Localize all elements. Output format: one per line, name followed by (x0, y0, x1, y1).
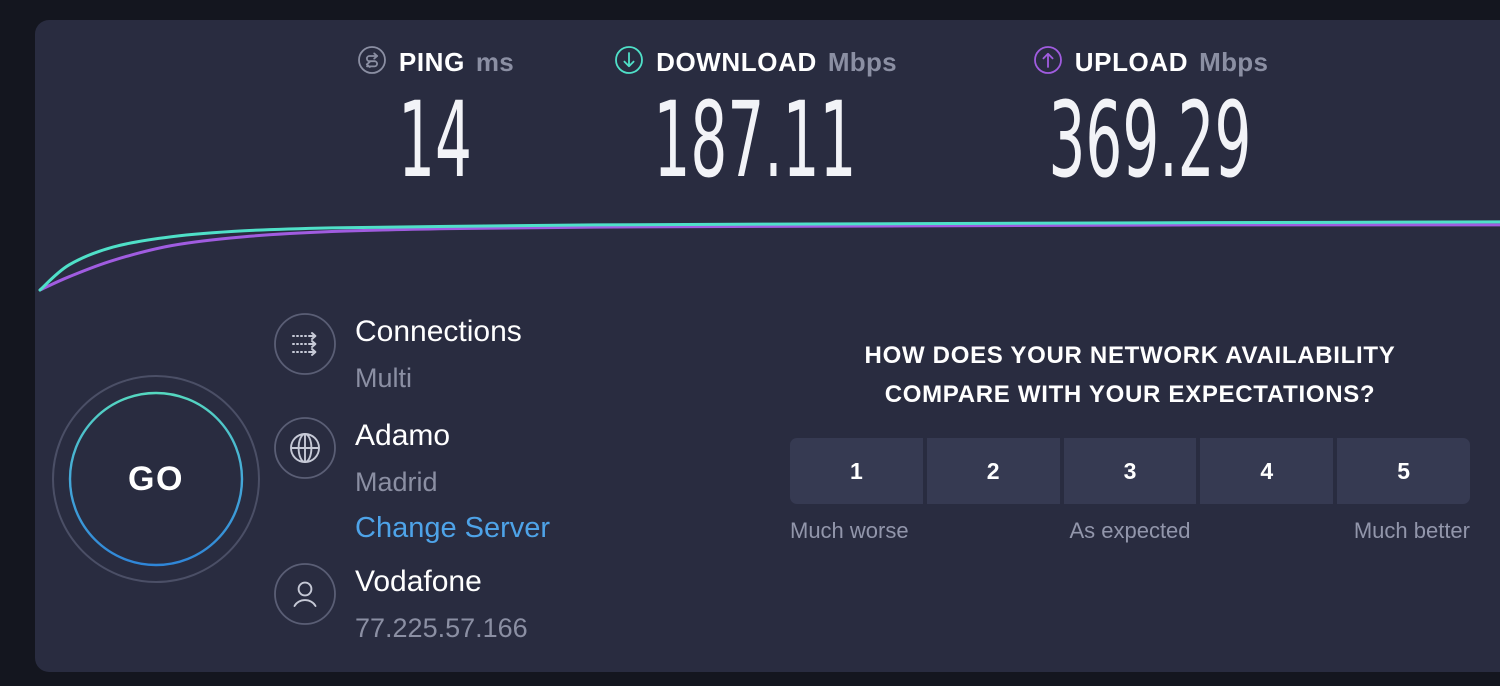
info-text-isp: Vodafone 77.225.57.166 (355, 558, 528, 648)
upload-arrow-icon (1032, 44, 1064, 81)
connection-info: Connections Multi Adamo Madrid Change Se… (273, 308, 743, 658)
result-details: GO Connections Multi Adamo Madrid Change… (35, 298, 1500, 672)
survey-rating-5[interactable]: 5 (1337, 438, 1470, 504)
server-location: Madrid (355, 467, 438, 497)
stat-download-value: 187.11 (653, 79, 857, 201)
stat-ping-header: PING ms (285, 42, 585, 82)
ping-icon (356, 44, 388, 81)
stat-upload-value: 369.29 (1048, 79, 1252, 201)
stat-ping-label: PING (398, 46, 465, 77)
stats-row: PING ms 14 DOWNLOAD Mbps 187.11 UPLOAD M… (35, 20, 1500, 210)
survey-rating-2[interactable]: 2 (926, 438, 1060, 504)
result-card: PING ms 14 DOWNLOAD Mbps 187.11 UPLOAD M… (35, 20, 1500, 672)
survey-question-line-1: HOW DOES YOUR NETWORK AVAILABILITY (864, 342, 1396, 369)
info-text-connections: Connections Multi (355, 308, 522, 398)
speedtest-result-page: PING ms 14 DOWNLOAD Mbps 187.11 UPLOAD M… (0, 0, 1500, 686)
speed-graph-svg (38, 220, 1500, 292)
download-arrow-icon (613, 44, 645, 81)
multi-connections-icon (273, 312, 337, 376)
survey-rating-4[interactable]: 4 (1200, 438, 1334, 504)
connections-detail: Multi (355, 363, 413, 393)
isp-ip-address: 77.225.57.166 (355, 613, 528, 643)
server-name: Adamo (355, 419, 451, 452)
survey-rating-3[interactable]: 3 (1063, 438, 1197, 504)
survey-question-line-2: COMPARE WITH YOUR EXPECTATIONS? (884, 381, 1376, 408)
speed-graph (35, 202, 1500, 298)
stat-ping-value: 14 (398, 79, 472, 201)
upload-line (38, 223, 1500, 292)
go-button[interactable]: GO (52, 375, 260, 583)
change-server-link[interactable]: Change Server (355, 508, 550, 548)
survey-rating-1[interactable]: 1 (790, 438, 923, 504)
stat-download: DOWNLOAD Mbps 187.11 (555, 42, 955, 192)
survey-question: HOW DOES YOUR NETWORK AVAILABILITY COMPA… (790, 336, 1470, 414)
stat-upload-unit: Mbps (1199, 46, 1269, 77)
person-icon (273, 562, 337, 626)
stat-upload-header: UPLOAD Mbps (950, 42, 1350, 82)
connections-title: Connections (355, 315, 522, 348)
globe-icon (273, 416, 337, 480)
stat-upload: UPLOAD Mbps 369.29 (950, 42, 1350, 192)
stat-upload-label: UPLOAD (1074, 46, 1189, 77)
go-button-label: GO (128, 459, 184, 498)
survey-scale-high: Much better (1353, 518, 1470, 543)
survey-rating-buttons: 1 2 3 4 5 (790, 438, 1470, 504)
info-row-isp: Vodafone 77.225.57.166 (273, 558, 743, 648)
survey-scale-labels: Much worse As expected Much better (790, 518, 1470, 548)
stat-ping-unit: ms (475, 46, 515, 77)
isp-name: Vodafone (355, 565, 482, 598)
download-line (38, 220, 1500, 292)
info-row-server: Adamo Madrid Change Server (273, 412, 743, 548)
stat-download-unit: Mbps (827, 46, 897, 77)
info-text-server: Adamo Madrid Change Server (355, 412, 550, 548)
stat-ping: PING ms 14 (285, 42, 585, 192)
info-row-connections: Connections Multi (273, 308, 743, 398)
stat-download-label: DOWNLOAD (656, 46, 817, 77)
network-survey: HOW DOES YOUR NETWORK AVAILABILITY COMPA… (790, 336, 1470, 548)
stat-download-header: DOWNLOAD Mbps (555, 42, 955, 82)
